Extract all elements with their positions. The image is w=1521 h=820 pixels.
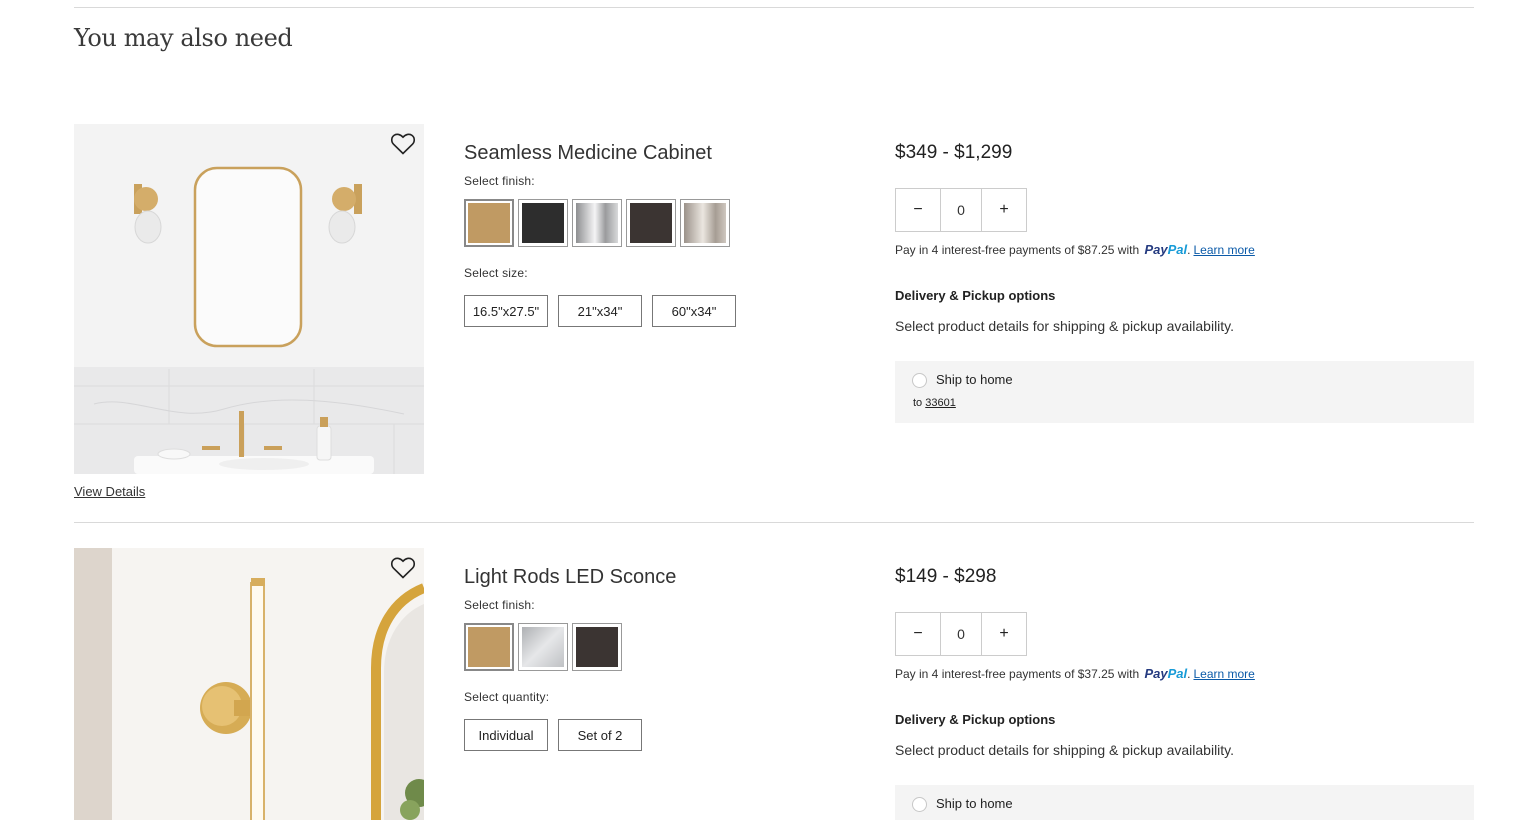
size-option-21x34[interactable]: 21"x34"	[558, 295, 642, 327]
quantity-options: Individual Set of 2	[464, 719, 652, 751]
paypal-installments: Pay in 4 interest-free payments of $87.2…	[895, 242, 1255, 257]
product-name[interactable]: Seamless Medicine Cabinet	[464, 142, 712, 165]
plus-icon[interactable]: +	[982, 189, 1026, 231]
size-option-60x34[interactable]: 60"x34"	[652, 295, 736, 327]
paypal-logo-icon: PayPal	[1144, 242, 1188, 257]
ship-to-home-option[interactable]: Ship to home	[895, 785, 1474, 820]
ship-to-zip: to 33601	[913, 397, 956, 409]
quantity-stepper: − 0 +	[895, 188, 1027, 232]
paypal-text: Pay in 4 interest-free payments of $37.2…	[895, 667, 1140, 681]
size-label: Select size:	[464, 266, 528, 280]
finish-swatch-black[interactable]	[518, 199, 568, 247]
product-image[interactable]	[74, 124, 424, 474]
delivery-subtitle: Select product details for shipping & pi…	[895, 318, 1235, 334]
price-range: $149 - $298	[895, 566, 997, 587]
product-card-led-sconce: Light Rods LED Sconce Select finish: Sel…	[74, 548, 1474, 820]
row-divider	[74, 522, 1474, 523]
medicine-cabinet-photo	[74, 124, 424, 474]
learn-more-link[interactable]: Learn more	[1193, 243, 1254, 257]
product-card-medicine-cabinet: View Details Seamless Medicine Cabinet S…	[74, 124, 1474, 524]
delivery-title: Delivery & Pickup options	[895, 712, 1056, 727]
quantity-option-set-of-2[interactable]: Set of 2	[558, 719, 642, 751]
quantity-value[interactable]: 0	[940, 189, 982, 231]
finish-label: Select finish:	[464, 174, 535, 188]
finish-swatches	[464, 623, 626, 671]
size-option-16-5x27-5[interactable]: 16.5"x27.5"	[464, 295, 548, 327]
finish-label: Select finish:	[464, 598, 535, 612]
finish-swatch-brass[interactable]	[464, 199, 514, 247]
paypal-logo-icon: PayPal	[1144, 666, 1188, 681]
ship-to-home-label: Ship to home	[936, 796, 1013, 811]
quantity-stepper: − 0 +	[895, 612, 1027, 656]
finish-swatch-brass[interactable]	[464, 623, 514, 671]
zip-code-link[interactable]: 33601	[925, 397, 956, 409]
delivery-subtitle: Select product details for shipping & pi…	[895, 742, 1235, 758]
product-name[interactable]: Light Rods LED Sconce	[464, 566, 676, 589]
quantity-label: Select quantity:	[464, 690, 550, 704]
learn-more-link[interactable]: Learn more	[1193, 667, 1254, 681]
minus-icon[interactable]: −	[896, 613, 940, 655]
size-options: 16.5"x27.5" 21"x34" 60"x34"	[464, 295, 746, 327]
quantity-option-individual[interactable]: Individual	[464, 719, 548, 751]
finish-swatch-chrome[interactable]	[572, 199, 622, 247]
top-divider	[74, 7, 1474, 8]
finish-swatch-dark-bronze[interactable]	[626, 199, 676, 247]
finish-swatch-dark-bronze[interactable]	[572, 623, 622, 671]
heart-icon[interactable]	[390, 132, 416, 156]
heart-icon[interactable]	[390, 556, 416, 580]
finish-swatches	[464, 199, 734, 247]
finish-swatch-nickel[interactable]	[680, 199, 730, 247]
delivery-title: Delivery & Pickup options	[895, 288, 1056, 303]
minus-icon[interactable]: −	[896, 189, 940, 231]
ship-to-home-radio[interactable]	[912, 373, 927, 388]
view-details-link[interactable]: View Details	[74, 484, 145, 499]
ship-to-home-radio[interactable]	[912, 797, 927, 812]
section-title: You may also need	[74, 24, 293, 52]
ship-to-home-option[interactable]: Ship to home to 33601	[895, 361, 1474, 423]
price-range: $349 - $1,299	[895, 142, 1013, 163]
quantity-value[interactable]: 0	[940, 613, 982, 655]
ship-to-home-label: Ship to home	[936, 372, 1013, 387]
finish-swatch-chrome[interactable]	[518, 623, 568, 671]
paypal-text: Pay in 4 interest-free payments of $87.2…	[895, 243, 1140, 257]
plus-icon[interactable]: +	[982, 613, 1026, 655]
led-sconce-photo	[74, 548, 424, 820]
product-image[interactable]	[74, 548, 424, 820]
paypal-installments: Pay in 4 interest-free payments of $37.2…	[895, 666, 1255, 681]
